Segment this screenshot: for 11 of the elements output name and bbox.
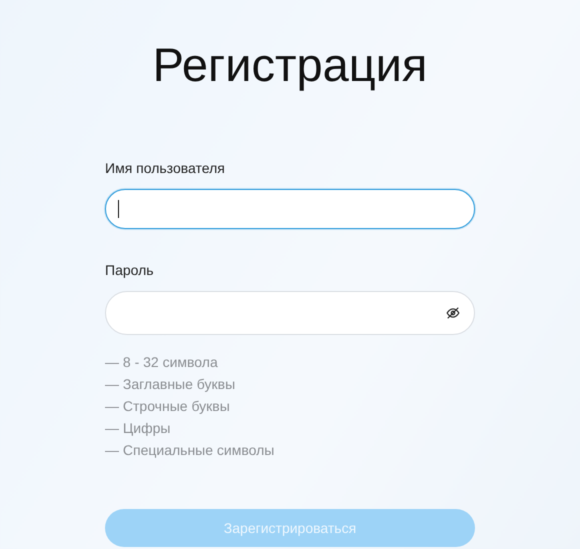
password-rule: — Строчные буквы [105,397,231,416]
password-rule: — Заглавные буквы [105,375,236,394]
password-rule: — Цифры [105,419,172,438]
field-label: Имя пользователя [105,159,226,177]
eye-off-icon[interactable] [446,306,460,320]
password-field[interactable] [105,291,475,335]
password-rule: — 8 - 32 символа [105,353,219,372]
password-rule: — Специальные символы [105,441,276,460]
input-field[interactable] [105,189,475,229]
field-label: Пароль [105,261,155,279]
page-title: Регистрация [152,37,428,93]
